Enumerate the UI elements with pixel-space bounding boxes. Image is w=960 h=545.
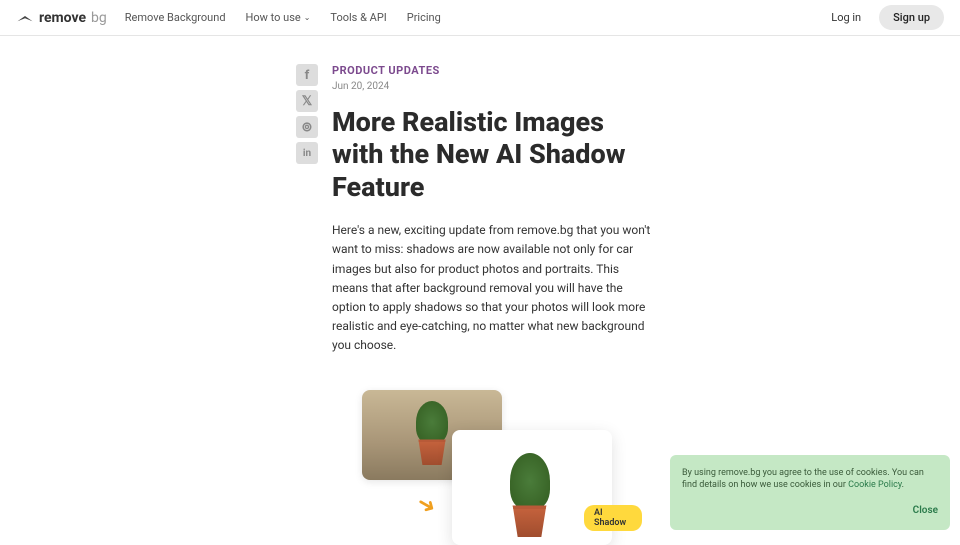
nav-tools-api[interactable]: Tools & API xyxy=(330,11,386,24)
share-facebook-button[interactable]: f xyxy=(296,64,318,86)
logo-text-suffix: bg xyxy=(91,10,107,26)
ai-shadow-badge: AI Shadow xyxy=(584,505,642,531)
share-twitter-button[interactable]: 𝕏 xyxy=(296,90,318,112)
share-linkedin-button[interactable]: in xyxy=(296,142,318,164)
share-reddit-button[interactable]: ⊚ xyxy=(296,116,318,138)
cookie-text: By using remove.bg you agree to the use … xyxy=(682,468,924,491)
article-category: PRODUCT UPDATES xyxy=(332,64,652,77)
nav-pricing[interactable]: Pricing xyxy=(407,11,441,24)
article-date: Jun 20, 2024 xyxy=(332,81,652,92)
logo-text-main: remove xyxy=(39,10,86,26)
cookie-policy-link[interactable]: Cookie Policy xyxy=(848,480,902,490)
logo-icon xyxy=(16,13,34,23)
nav-how-to-use[interactable]: How to use⌄ xyxy=(246,11,311,24)
logo[interactable]: remove bg xyxy=(16,10,107,26)
plant-before xyxy=(412,395,452,465)
plant-after xyxy=(502,437,557,537)
article-illustration: ➜ AI Shadow xyxy=(342,385,642,545)
cookie-close-button[interactable]: Close xyxy=(682,504,938,518)
article: PRODUCT UPDATES Jun 20, 2024 More Realis… xyxy=(332,64,652,545)
login-link[interactable]: Log in xyxy=(831,11,861,24)
article-title: More Realistic Images with the New AI Sh… xyxy=(332,106,652,203)
main-nav: Remove Background How to use⌄ Tools & AP… xyxy=(125,11,441,24)
cookie-banner: By using remove.bg you agree to the use … xyxy=(670,455,950,530)
header: remove bg Remove Background How to use⌄ T… xyxy=(0,0,960,36)
signup-button[interactable]: Sign up xyxy=(879,5,944,30)
share-sidebar: f 𝕏 ⊚ in xyxy=(296,64,318,545)
chevron-down-icon: ⌄ xyxy=(304,13,311,22)
article-body: Here's a new, exciting update from remov… xyxy=(332,221,652,355)
nav-remove-background[interactable]: Remove Background xyxy=(125,11,226,24)
arrow-icon: ➜ xyxy=(412,491,440,522)
